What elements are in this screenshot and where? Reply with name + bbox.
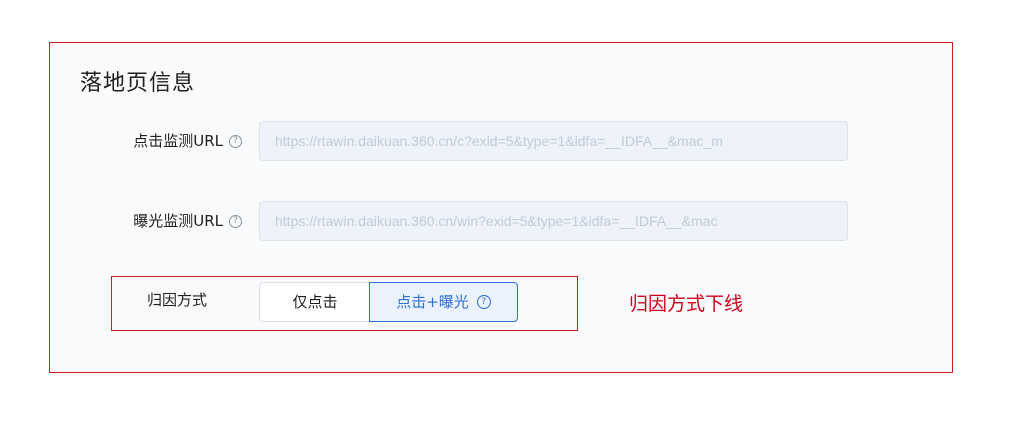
click-monitor-url-input[interactable]: https://rtawin.daikuan.360.cn/c?exid=5&t… bbox=[259, 121, 848, 161]
click-monitor-label: 点击监测URL bbox=[133, 132, 223, 150]
attribution-label: 归因方式 bbox=[147, 291, 208, 309]
impression-monitor-row: 曝光监测URL https://rtawin.daikuan.360.cn/wi… bbox=[50, 201, 954, 241]
landing-page-info-card: 落地页信息 点击监测URL https://rtawin.daikuan.360… bbox=[49, 42, 953, 373]
click-monitor-row: 点击监测URL https://rtawin.daikuan.360.cn/c?… bbox=[50, 121, 954, 161]
attribution-highlight-box: 归因方式 仅点击 点击+曝光 bbox=[111, 276, 578, 331]
attribution-option-click-impression-label: 点击+曝光 bbox=[396, 293, 469, 311]
impression-monitor-label: 曝光监测URL bbox=[133, 212, 223, 230]
attribution-option-click-impression[interactable]: 点击+曝光 bbox=[369, 282, 518, 322]
click-monitor-label-group: 点击监测URL bbox=[133, 121, 242, 161]
section-title: 落地页信息 bbox=[80, 71, 196, 96]
attribution-option-click-only[interactable]: 仅点击 bbox=[259, 282, 370, 322]
impression-monitor-url-input[interactable]: https://rtawin.daikuan.360.cn/win?exid=5… bbox=[259, 201, 848, 241]
question-circle-icon[interactable] bbox=[229, 214, 242, 228]
question-circle-icon[interactable] bbox=[476, 295, 491, 309]
page-canvas: 落地页信息 点击监测URL https://rtawin.daikuan.360… bbox=[0, 0, 1024, 447]
question-circle-icon[interactable] bbox=[229, 134, 242, 148]
impression-monitor-label-group: 曝光监测URL bbox=[133, 201, 242, 241]
annotation-note: 归因方式下线 bbox=[629, 293, 744, 315]
